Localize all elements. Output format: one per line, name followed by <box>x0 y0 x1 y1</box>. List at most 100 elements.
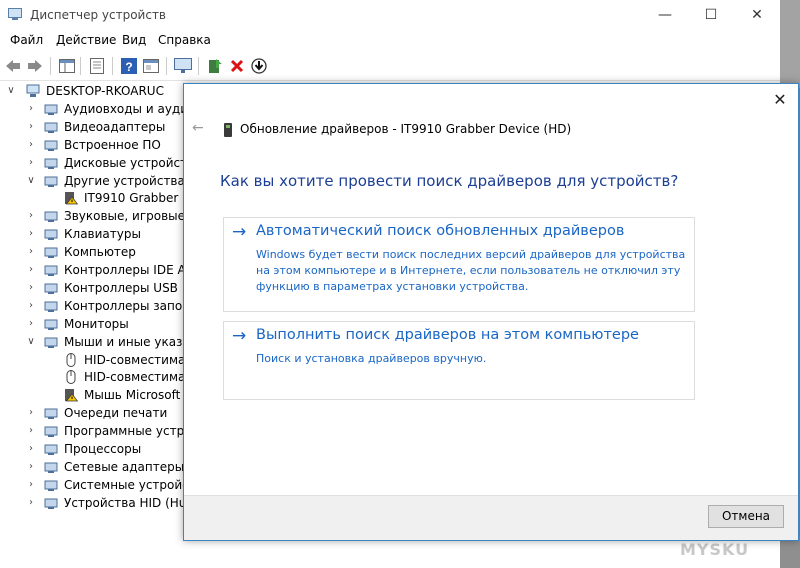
chevron-right-icon[interactable]: › <box>26 476 36 494</box>
tree-panel-icon <box>59 59 75 73</box>
maximize-button[interactable]: ☐ <box>688 0 734 30</box>
chevron-down-icon[interactable]: ∨ <box>26 172 36 190</box>
chevron-down-icon[interactable]: ∨ <box>26 333 36 351</box>
arrow-right-icon: → <box>232 222 247 242</box>
enable-device-button[interactable] <box>250 57 268 75</box>
menu-file[interactable]: Файл <box>10 33 43 47</box>
device-category-icon <box>44 462 58 473</box>
chevron-right-icon[interactable]: › <box>26 440 36 458</box>
svg-text:?: ? <box>125 60 132 74</box>
device-tree: ∨ DESKTOP-RKOARUC › Аудиовходы и аудиовых… <box>0 82 326 568</box>
device-category-icon <box>44 211 58 223</box>
chevron-right-icon[interactable]: › <box>26 422 36 440</box>
device-category-icon <box>44 265 58 276</box>
properties-icon <box>90 58 104 74</box>
chevron-right-icon[interactable]: › <box>26 404 36 422</box>
chevron-right-icon[interactable]: › <box>26 154 36 172</box>
device-category-icon <box>44 229 58 241</box>
auto-search-description: Windows будет вести поиск последних верс… <box>256 248 686 293</box>
forward-arrow-icon <box>28 60 42 72</box>
update-driver-dialog: ✕ ← Обновление драйверов - IT9910 Grabbe… <box>183 83 799 541</box>
device-category-icon <box>44 319 58 330</box>
device-category-icon <box>44 337 58 348</box>
chevron-right-icon[interactable]: › <box>26 243 36 261</box>
chevron-right-icon[interactable]: › <box>26 494 36 512</box>
device-category-icon <box>44 176 58 187</box>
auto-search-heading: Автоматический поиск обновленных драйвер… <box>256 223 625 239</box>
monitor-scan-icon <box>174 58 192 73</box>
tree-item-label: Контроллеры USB <box>64 280 178 295</box>
chevron-right-icon[interactable]: › <box>26 297 36 315</box>
device-category-icon <box>44 158 58 169</box>
tree-item-label: Клавиатуры <box>64 227 141 242</box>
toolbar: ? <box>0 52 780 81</box>
tree-item-label: Дисковые устройства <box>64 155 202 170</box>
download-circle-icon <box>251 58 267 74</box>
update-driver-icon <box>209 59 222 73</box>
device-category-icon <box>44 480 58 491</box>
auto-search-option[interactable]: → Автоматический поиск обновленных драйв… <box>223 217 695 312</box>
chevron-right-icon[interactable]: › <box>26 136 36 154</box>
forward-button[interactable] <box>26 57 44 75</box>
help-button[interactable]: ? <box>120 57 138 75</box>
device-warning-icon <box>65 192 78 205</box>
tree-item-label: Сетевые адаптеры <box>64 459 185 474</box>
close-window-button[interactable]: ✕ <box>734 0 780 30</box>
tree-item-label: Очереди печати <box>64 406 168 421</box>
device-category-icon <box>44 444 58 455</box>
menu-bar: Файл Действие Вид Справка <box>0 30 780 52</box>
tree-item-label: Другие устройства <box>64 173 185 188</box>
chevron-right-icon[interactable]: › <box>26 279 36 297</box>
toolbar-separator <box>50 57 51 75</box>
show-hide-tree-button[interactable] <box>58 57 76 75</box>
toolbar-separator <box>198 57 199 75</box>
window-title: Диспетчер устройств <box>30 8 167 22</box>
toolbar-separator <box>112 57 113 75</box>
cancel-button[interactable]: Отмена <box>708 505 784 528</box>
chevron-right-icon[interactable]: › <box>26 225 36 243</box>
dialog-footer: Отмена <box>184 495 798 540</box>
back-button[interactable] <box>4 57 22 75</box>
uninstall-device-button[interactable] <box>228 57 246 75</box>
properties-button[interactable] <box>88 57 106 75</box>
chevron-right-icon[interactable]: › <box>26 118 36 136</box>
chevron-right-icon[interactable]: › <box>26 315 36 333</box>
back-arrow-icon: ← <box>192 120 204 136</box>
browse-computer-option[interactable]: → Выполнить поиск драйверов на этом комп… <box>223 321 695 400</box>
menu-help[interactable]: Справка <box>158 33 211 47</box>
chevron-right-icon[interactable]: › <box>26 261 36 279</box>
dialog-close-button[interactable]: ✕ <box>770 90 790 110</box>
window-view-icon <box>143 59 159 73</box>
device-category-icon <box>44 498 58 509</box>
chevron-right-icon[interactable]: › <box>26 207 36 225</box>
toolbar-separator <box>166 57 167 75</box>
background-desktop-top <box>780 0 800 88</box>
device-icon <box>224 123 232 137</box>
device-category-icon <box>44 140 58 151</box>
device-category-icon <box>44 283 58 294</box>
device-category-icon <box>44 408 58 420</box>
menu-action[interactable]: Действие <box>56 33 116 47</box>
tree-item-label: Видеоадаптеры <box>64 119 166 134</box>
action-view-button[interactable] <box>142 57 160 75</box>
computer-icon <box>26 84 40 97</box>
tree-root-label: DESKTOP-RKOARUC <box>46 84 164 98</box>
tree-item-label: Компьютер <box>64 245 136 260</box>
back-arrow-icon <box>6 60 20 72</box>
tree-item-label: Процессоры <box>64 442 142 456</box>
tree-item-label: Встроенное ПО <box>64 137 161 152</box>
device-category-icon <box>44 301 58 312</box>
dialog-back-button[interactable]: ← <box>192 120 204 136</box>
scan-hardware-button[interactable] <box>174 57 192 75</box>
chevron-right-icon[interactable]: › <box>26 100 36 118</box>
device-category-icon <box>44 104 58 115</box>
device-manager-icon <box>8 8 22 20</box>
red-x-icon <box>230 59 244 73</box>
toolbar-separator <box>80 57 81 75</box>
menu-view[interactable]: Вид <box>122 33 146 47</box>
update-driver-button[interactable] <box>206 57 224 75</box>
watermark: MYSKU <box>680 540 750 559</box>
minimize-button[interactable]: — <box>642 0 688 30</box>
chevron-right-icon[interactable]: › <box>26 458 36 476</box>
chevron-down-icon[interactable]: ∨ <box>6 82 16 100</box>
